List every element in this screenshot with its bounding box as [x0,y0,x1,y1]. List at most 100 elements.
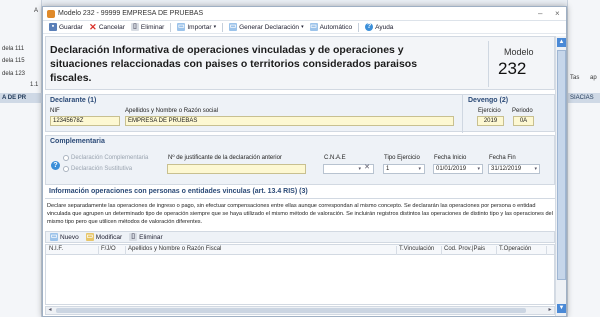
vertical-scroll-thumb[interactable] [557,50,566,280]
nombre-field[interactable]: EMPRESA DE PRUEBAS [125,116,454,126]
radio-complementaria[interactable] [63,155,69,161]
column-header-nombre[interactable]: Apellidos y Nombre o Razón Fiscal [128,246,221,252]
grid-body[interactable] [45,255,555,305]
horizontal-scroll-thumb[interactable] [56,308,526,313]
nuevo-button[interactable]: ▭ Nuevo [48,232,81,243]
trash-icon: ▯ [129,233,138,241]
fecha-fin-field[interactable]: 31/12/2019 ▾ [488,164,540,174]
automatico-button[interactable]: ▭ Automático [308,22,355,33]
column-divider [441,246,442,255]
background-list-item: dela 115 [2,58,25,64]
nif-label: NIF [50,108,60,114]
fecha-inicio-field[interactable]: 01/01/2019 ▾ [433,164,483,174]
chevron-down-icon: ▾ [358,166,361,172]
background-list-item: Tas [570,75,580,81]
new-icon: ▭ [50,233,58,241]
guardar-button[interactable]: ▪ Guardar [47,22,85,33]
chevron-down-icon: ▾ [301,24,304,30]
column-header-fjo[interactable]: F/J/O [101,246,116,252]
header-divider [488,41,489,87]
fecha-fin-label: Fecha Fin [489,155,516,161]
fecha-fin-value: 31/12/2019 [491,166,522,172]
operaciones-description: Declare separadamente las operaciones de… [47,203,553,225]
window-title: Modelo 232 - 99999 EMPRESA DE PRUEBAS [58,10,204,17]
periodo-field[interactable]: 0A [513,116,534,126]
radio-sustitutiva[interactable] [63,166,69,172]
horizontal-scrollbar[interactable]: ◂ ▸ [45,306,555,315]
background-tab-a: A [34,8,39,14]
nombre-label: Apellidos y Nombre o Razón social [125,108,219,114]
grid-eliminar-button[interactable]: ▯ Eliminar [127,232,164,243]
column-header-cod-prov-pais[interactable]: Cod. Prov.|Pais [444,246,485,252]
modelo-number: 232 [498,59,527,78]
toolbar-separator [358,22,360,32]
scroll-right-icon[interactable]: ▸ [546,307,554,314]
cnae-select[interactable]: ▾ ✕ [323,164,374,174]
section-divider [45,198,555,199]
column-divider [396,246,397,255]
declarante-section: Declarante (1) NIF 12345678Z Apellidos y… [45,94,555,133]
generar-declaracion-button[interactable]: ▭ Generar Declaración ▾ [227,22,306,33]
clear-icon[interactable]: ✕ [364,164,370,172]
nif-field[interactable]: 12345678Z [50,116,120,126]
guardar-label: Guardar [59,23,83,31]
scroll-down-icon[interactable]: ▼ [557,304,566,313]
background-highlight-row: A DE PR [0,93,42,103]
scroll-up-icon[interactable]: ▲ [557,38,566,47]
background-list-item: ap [590,75,597,81]
background-list-item: dela 123 [2,71,26,77]
scroll-left-icon[interactable]: ◂ [46,307,54,314]
column-divider [125,246,126,255]
column-header-nif[interactable]: N.I.F. [49,246,63,252]
help-icon[interactable]: ? [51,161,60,170]
background-list-item: 1.1 [30,82,39,88]
form-title: Declaración Informativa de operaciones v… [50,44,418,84]
minimize-button[interactable]: – [538,9,542,18]
tipo-ejercicio-select[interactable]: 1 ▾ [383,164,425,174]
chevron-down-icon: ▾ [418,166,421,172]
form-header: Declaración Informativa de operaciones v… [45,36,555,90]
close-button[interactable]: × [555,9,560,18]
column-divider [546,246,547,255]
ejercicio-field[interactable]: 2019 [477,116,504,126]
justificante-field[interactable] [167,164,306,174]
cnae-label: C.N.A.E [324,155,346,161]
section-divider [462,95,463,133]
chevron-down-icon: ▾ [213,24,217,30]
column-divider [98,246,99,255]
eliminar-button[interactable]: ▯ Eliminar [129,22,166,33]
grid-toolbar: ▭ Nuevo ▭ Modificar ▯ Eliminar [45,231,555,243]
cancelar-button[interactable]: ✕ Cancelar [87,22,127,33]
column-header-vinculacion[interactable]: T.Vinculación [399,246,434,252]
auto-icon: ▭ [309,23,318,31]
trash-icon: ▯ [130,23,139,31]
app-icon [47,9,55,18]
cancelar-label: Cancelar [98,23,125,31]
column-header-operacion[interactable]: T.Operación [499,246,531,252]
modificar-button[interactable]: ▭ Modificar [84,232,124,243]
background-highlight-row: SIACIAS [568,93,600,103]
ejercicio-label: Ejercicio [478,108,501,114]
ayuda-button[interactable]: ? Ayuda [363,22,395,33]
background-right-panel: Tas ap SIACIAS [567,0,600,317]
importar-label: Importar [187,23,212,31]
radio-sustitutiva-label: Declaración Sustitutiva [71,166,133,172]
vertical-scrollbar[interactable]: ▲ ▼ [555,36,566,316]
chevron-down-icon: ▾ [534,166,537,172]
ayuda-label: Ayuda [375,23,394,31]
devengo-title: Devengo (2) [468,97,509,104]
background-list-item: dela 111 [2,46,25,52]
automatico-label: Automático [319,23,353,31]
justificante-label: Nº de justificante de la declaración ant… [168,155,282,161]
title-bar: Modelo 232 - 99999 EMPRESA DE PRUEBAS – … [43,7,566,21]
importar-button[interactable]: ▭ Importar ▾ [175,22,218,33]
toolbar-separator [222,22,224,32]
operaciones-title: Información operaciones con personas o e… [49,188,308,195]
nuevo-label: Nuevo [60,233,79,241]
cancel-x-icon: ✕ [89,22,97,32]
modelo-label: Modelo [504,47,534,57]
declarante-title: Declarante (1) [50,97,97,104]
radio-complementaria-label: Declaración Complementaria [71,155,149,161]
grid-header: N.I.F. F/J/O Apellidos y Nombre o Razón … [45,244,555,255]
fecha-inicio-value: 01/01/2019 [436,166,467,172]
